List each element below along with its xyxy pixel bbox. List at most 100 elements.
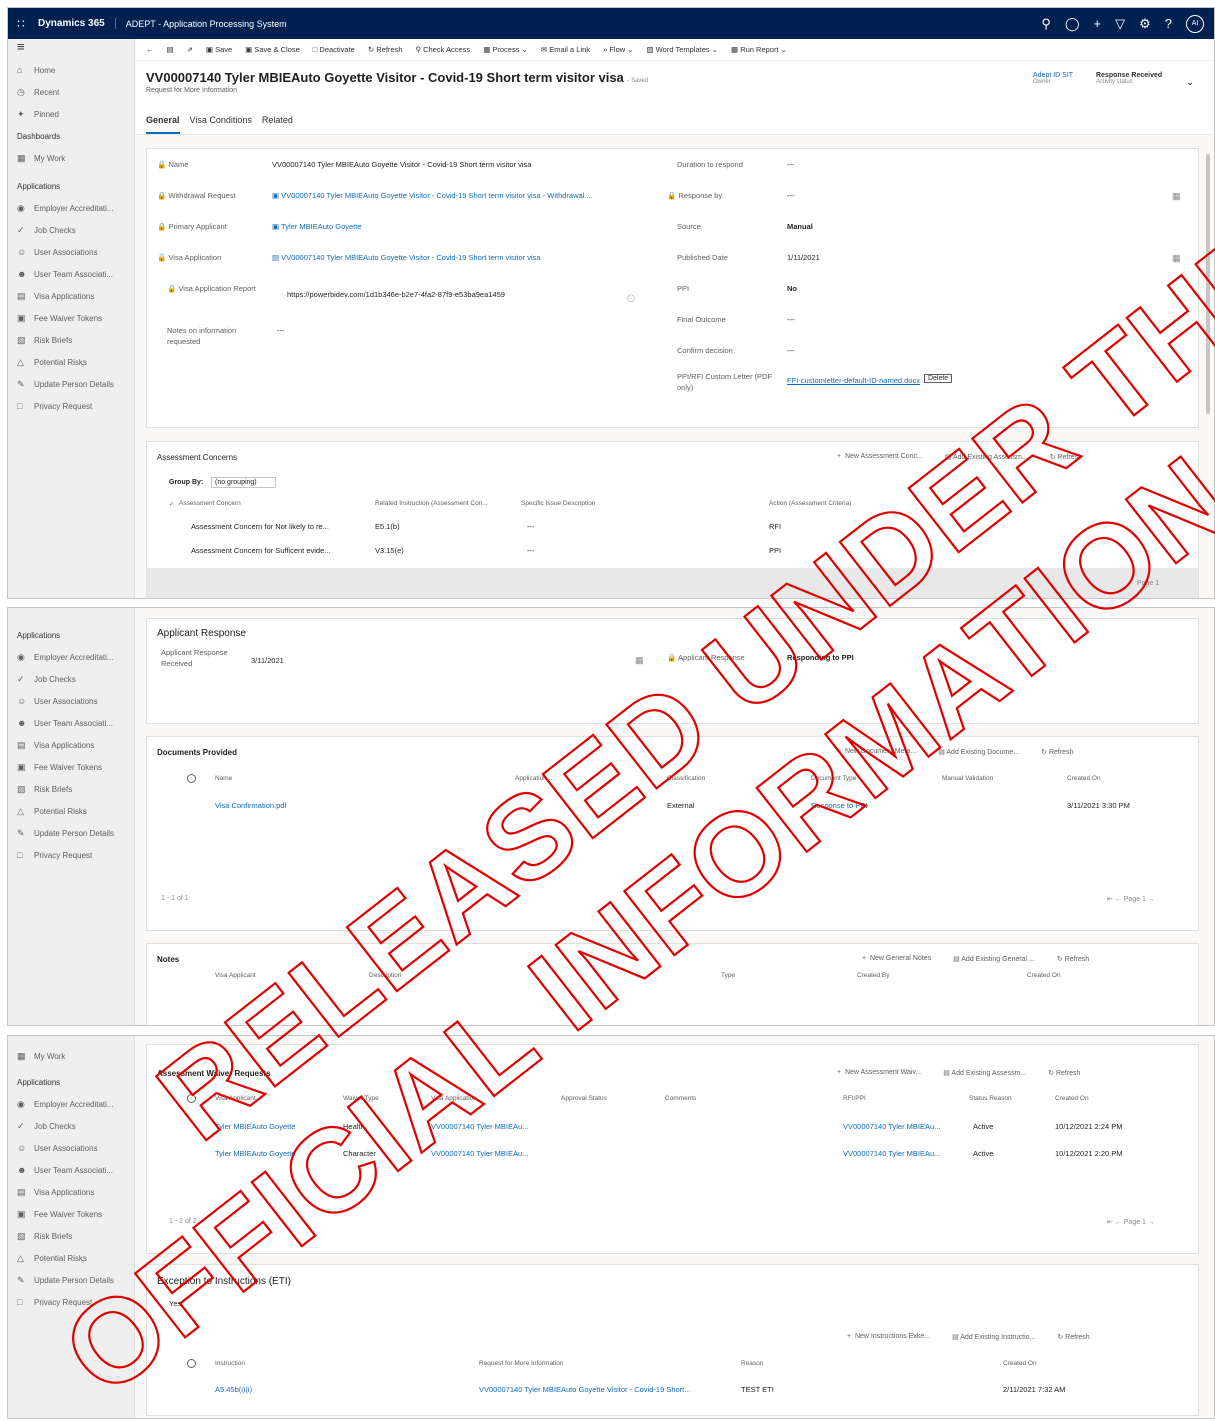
column-header[interactable]: Reason: [741, 1360, 763, 1367]
column-header[interactable]: Action (Assessment Criteria): [769, 500, 851, 507]
refresh-concerns-button[interactable]: ↻ Refresh: [1050, 453, 1082, 461]
save-close-button[interactable]: ▣ Save & Close: [245, 45, 300, 54]
save-button[interactable]: ▣ Save: [206, 45, 232, 54]
app-launcher-icon[interactable]: ∷: [8, 17, 34, 31]
refresh-notes-button[interactable]: ↻ Refresh: [1057, 955, 1089, 963]
run-report-button[interactable]: ▦ Run Report ⌄: [731, 45, 787, 54]
sidebar-item-update-person[interactable]: ✎ Update Person Details: [8, 822, 134, 844]
column-header[interactable]: Created On: [1027, 972, 1061, 979]
refresh-waivers-button[interactable]: ↻ Refresh: [1048, 1069, 1080, 1077]
sidebar-item-employer[interactable]: ◉ Employer Accreditati...: [8, 197, 134, 219]
sidebar-item-potential-risks[interactable]: △ Potential Risks: [8, 1247, 134, 1269]
final-outcome-field[interactable]: Final Outcome ---: [677, 314, 795, 334]
column-header[interactable]: Visa Application: [431, 1095, 477, 1102]
sidebar-item-user-assoc[interactable]: ☺ User Associations: [8, 690, 134, 712]
withdrawal-request-field[interactable]: 🔒 Withdrawal Request ▣ VV00007140 Tyler M…: [157, 190, 593, 210]
select-all-checkbox[interactable]: ✓: [169, 500, 174, 508]
sidebar-item-potential-risks[interactable]: △ Potential Risks: [8, 351, 134, 373]
column-header[interactable]: Status Reason: [969, 1095, 1012, 1102]
ppi-field[interactable]: PPI No: [677, 283, 797, 303]
help-icon[interactable]: ?: [1165, 16, 1172, 31]
column-header[interactable]: Document Type: [811, 775, 856, 782]
sidebar-item-employer[interactable]: ◉ Employer Accreditati...: [8, 646, 134, 668]
select-all-radio[interactable]: [187, 1094, 196, 1103]
sidebar-item-potential-risks[interactable]: △ Potential Risks: [8, 800, 134, 822]
sidebar-item-user-assoc[interactable]: ☺ User Associations: [8, 241, 134, 263]
sidebar-item-home[interactable]: ⌂ Home: [8, 59, 134, 81]
sidebar-item-user-team[interactable]: ☻ User Team Associati...: [8, 712, 134, 734]
tab-general[interactable]: General: [146, 111, 180, 134]
sidebar-item-privacy[interactable]: □ Privacy Request: [8, 844, 134, 866]
delete-file-button[interactable]: Delete: [923, 374, 953, 383]
primary-applicant-field[interactable]: 🔒 Primary Applicant ▣ Tyler MBIEAuto Goye…: [157, 221, 362, 241]
pager[interactable]: ⇤ ← Page 1 →: [1107, 895, 1155, 903]
sidebar-item-privacy[interactable]: □ Privacy Request: [8, 395, 134, 417]
sidebar-item-update-person[interactable]: ✎ Update Person Details: [8, 1269, 134, 1291]
sidebar-item-user-team[interactable]: ☻ User Team Associati...: [8, 263, 134, 285]
refresh-button[interactable]: ↻ Refresh: [368, 45, 403, 54]
calendar-icon[interactable]: ▦: [635, 655, 644, 666]
open-new-window-icon[interactable]: ⇗: [187, 45, 193, 54]
sidebar-item-fee-waiver[interactable]: ▣ Fee Waiver Tokens: [8, 307, 134, 329]
calendar-icon[interactable]: ▦: [1172, 191, 1181, 202]
tab-visa-conditions[interactable]: Visa Conditions: [190, 111, 252, 134]
avatar[interactable]: AI: [1186, 14, 1204, 33]
notes-requested-field[interactable]: Notes on information requested ---: [167, 325, 285, 355]
process-button[interactable]: ▦ Process ⌄: [483, 45, 528, 54]
name-field[interactable]: 🔒 Name VV00007140 Tyler MBIEAuto Goyette …: [157, 159, 531, 179]
add-existing-document-button[interactable]: ▤ Add Existing Docume...: [938, 748, 1019, 756]
sidebar-item-recent[interactable]: ◷ Recent: [8, 81, 134, 103]
sidebar-item-employer[interactable]: ◉ Employer Accreditati...: [8, 1093, 134, 1115]
column-header[interactable]: Visa Applicant: [215, 1095, 256, 1102]
sidebar-item-job-checks[interactable]: ✓ Job Checks: [8, 668, 134, 690]
response-by-field[interactable]: 🔒 Response by ---: [667, 190, 795, 210]
applicant-response-field[interactable]: 🔒 Applicant Response Responding to PPI: [667, 652, 854, 672]
new-instruction-button[interactable]: + New Instructions Exke...: [847, 1333, 930, 1341]
new-concern-button[interactable]: + New Assessment Conc...: [837, 453, 923, 461]
add-existing-note-button[interactable]: ▤ Add Existing General ...: [953, 955, 1035, 963]
select-all-radio[interactable]: [187, 774, 196, 783]
column-header[interactable]: Assessment Concern: [179, 500, 241, 507]
column-header[interactable]: Waiver Type: [343, 1095, 379, 1102]
back-icon[interactable]: ←: [146, 45, 154, 54]
column-header[interactable]: Created On: [1067, 775, 1101, 782]
column-header[interactable]: Visa Applicant: [215, 972, 256, 979]
column-header[interactable]: Created On: [1003, 1360, 1037, 1367]
sidebar-item-my-work[interactable]: ▦ My Work: [8, 1045, 134, 1067]
owner-field[interactable]: Adept ID SIT Owner: [1033, 72, 1073, 85]
sidebar-item-visa-apps[interactable]: ▤ Visa Applications: [8, 1181, 134, 1203]
column-header[interactable]: Type: [721, 972, 735, 979]
duration-field[interactable]: Duration to respond ---: [677, 159, 795, 179]
column-header[interactable]: RFI/PPI: [843, 1095, 866, 1102]
refresh-documents-button[interactable]: ↻ Refresh: [1041, 748, 1073, 756]
deactivate-button[interactable]: □ Deactivate: [313, 45, 355, 54]
confirm-decision-field[interactable]: Confirm decision ---: [677, 345, 795, 365]
column-header[interactable]: Instruction: [215, 1360, 245, 1367]
add-existing-instruction-button[interactable]: ▤ Add Existing Instructio...: [952, 1333, 1035, 1341]
column-header[interactable]: Manual Validation: [942, 775, 993, 782]
email-link-button[interactable]: ✉ Email a Link: [541, 45, 590, 54]
custom-letter-field[interactable]: PPI/RFI Custom Letter (PDF only) FFI-cust…: [677, 371, 953, 401]
column-header[interactable]: Application ...: [515, 775, 554, 782]
sidebar-item-risk-briefs[interactable]: ▧ Risk Briefs: [8, 329, 134, 351]
add-existing-waiver-button[interactable]: ▤ Add Existing Assessm...: [943, 1069, 1026, 1077]
published-date-field[interactable]: Published Date 1/11/2021: [677, 252, 820, 272]
new-document-button[interactable]: + New Document Meta...: [837, 748, 916, 756]
sidebar-item-fee-waiver[interactable]: ▣ Fee Waiver Tokens: [8, 756, 134, 778]
lookup-icon[interactable]: ▣ VV00007140 Tyler MBIEAuto Goyette Visi…: [272, 190, 593, 201]
group-by-select[interactable]: (no grouping): [211, 477, 276, 488]
sidebar-item-privacy[interactable]: □ Privacy Request: [8, 1291, 134, 1313]
sidebar-item-visa-apps[interactable]: ▤ Visa Applications: [8, 734, 134, 756]
sidebar-item-fee-waiver[interactable]: ▣ Fee Waiver Tokens: [8, 1203, 134, 1225]
sidebar-item-job-checks[interactable]: ✓ Job Checks: [8, 219, 134, 241]
column-header[interactable]: Related Instruction (Assessment Con...: [375, 500, 488, 507]
check-access-button[interactable]: ⚲ Check Access: [416, 45, 471, 54]
gear-icon[interactable]: ⚙: [1139, 16, 1151, 32]
source-field[interactable]: Source Manual: [677, 221, 813, 241]
sidebar-item-job-checks[interactable]: ✓ Job Checks: [8, 1115, 134, 1137]
response-received-field[interactable]: Applicant Response Received 3/11/2021: [161, 647, 284, 677]
column-header[interactable]: Comments: [665, 1095, 696, 1102]
column-header[interactable]: Classification: [667, 775, 705, 782]
column-header[interactable]: Approval Status: [561, 1095, 607, 1102]
lightbulb-icon[interactable]: ◯: [1065, 16, 1080, 32]
